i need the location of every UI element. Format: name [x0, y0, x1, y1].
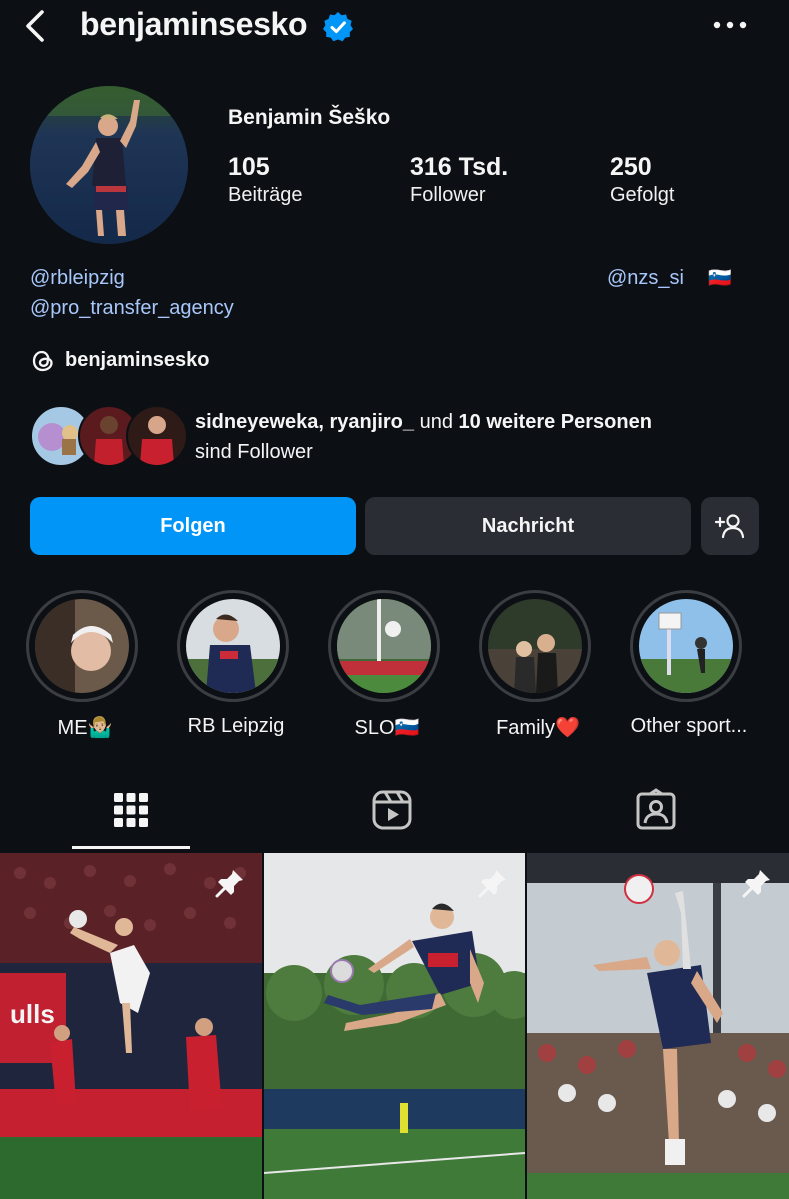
highlight-ring [177, 590, 289, 702]
highlight-cover [186, 599, 280, 693]
post-thumbnail[interactable]: ulls [0, 853, 262, 1199]
story-highlight[interactable]: Other sport... [630, 590, 748, 737]
highlight-cover [35, 599, 129, 693]
pin-icon [742, 870, 770, 898]
grid-icon[interactable] [109, 788, 153, 832]
highlight-label: Other sport... [630, 715, 748, 737]
active-tab-indicator [72, 846, 190, 849]
more-horizontal-icon[interactable] [712, 18, 748, 32]
profile-username: benjaminsesko [80, 6, 308, 42]
pin-icon [478, 870, 506, 898]
message-button[interactable]: Nachricht [365, 497, 691, 555]
story-highlight[interactable]: Family❤️ [479, 590, 597, 739]
slovenia-flag: 🇸🇮 [708, 268, 732, 289]
post-thumbnail[interactable] [527, 853, 789, 1199]
highlight-cover [488, 599, 582, 693]
mutual-names: sidneyeweka, ryanjiro_ [195, 411, 415, 433]
story-highlight[interactable]: ME🤷🏼‍♂️ [26, 590, 144, 739]
pin-icon [215, 870, 243, 898]
highlight-cover [337, 599, 431, 693]
following-count[interactable]: 250 [610, 153, 652, 182]
highlight-cover [639, 599, 733, 693]
verified-badge-icon [323, 12, 353, 42]
mutual-others: 10 weitere Personen [458, 411, 652, 433]
follow-button[interactable]: Folgen [30, 497, 356, 555]
profile-full-name: Benjamin Šeško [228, 106, 391, 129]
profile-avatar[interactable] [30, 86, 188, 244]
tagged-icon[interactable] [634, 788, 678, 832]
followers-label[interactable]: Follower [410, 184, 486, 207]
mutual-followers-avatars[interactable] [30, 405, 188, 467]
add-user-icon [715, 514, 745, 539]
bio-mention-pro-transfer-agency[interactable]: @pro_transfer_agency [30, 297, 234, 320]
reels-icon[interactable] [370, 788, 414, 832]
mutual-avatar [126, 405, 188, 467]
threads-icon[interactable] [30, 348, 56, 374]
highlight-ring [328, 590, 440, 702]
highlight-ring [479, 590, 591, 702]
highlight-label: Family❤️ [496, 717, 580, 739]
threads-link[interactable]: benjaminsesko [65, 349, 210, 372]
story-highlight[interactable]: RB Leipzig [177, 590, 295, 737]
post-thumbnail[interactable] [264, 853, 525, 1199]
mutual-followers-text[interactable]: sidneyeweka, ryanjiro_ und 10 weitere Pe… [195, 407, 755, 467]
svg-text:ulls: ulls [10, 999, 55, 1029]
posts-count[interactable]: 105 [228, 153, 270, 182]
highlight-ring [26, 590, 138, 702]
bio-mention-rbleipzig[interactable]: @rbleipzig [30, 267, 125, 290]
followers-count[interactable]: 316 Tsd. [410, 153, 508, 182]
highlight-ring [630, 590, 742, 702]
highlight-label: RB Leipzig [187, 715, 285, 737]
suggest-users-button[interactable] [701, 497, 759, 555]
following-label[interactable]: Gefolgt [610, 184, 674, 207]
mutual-suffix: sind Follower [195, 441, 313, 463]
story-highlight[interactable]: SLO🇸🇮 [328, 590, 446, 739]
bio-mention-nzs-si[interactable]: @nzs_si [607, 267, 684, 290]
highlight-label: ME🤷🏼‍♂️ [57, 717, 113, 739]
chevron-left-icon[interactable] [18, 8, 54, 44]
mutual-connector: und [419, 411, 453, 433]
highlight-label: SLO🇸🇮 [354, 717, 420, 739]
posts-label[interactable]: Beiträge [228, 184, 303, 207]
